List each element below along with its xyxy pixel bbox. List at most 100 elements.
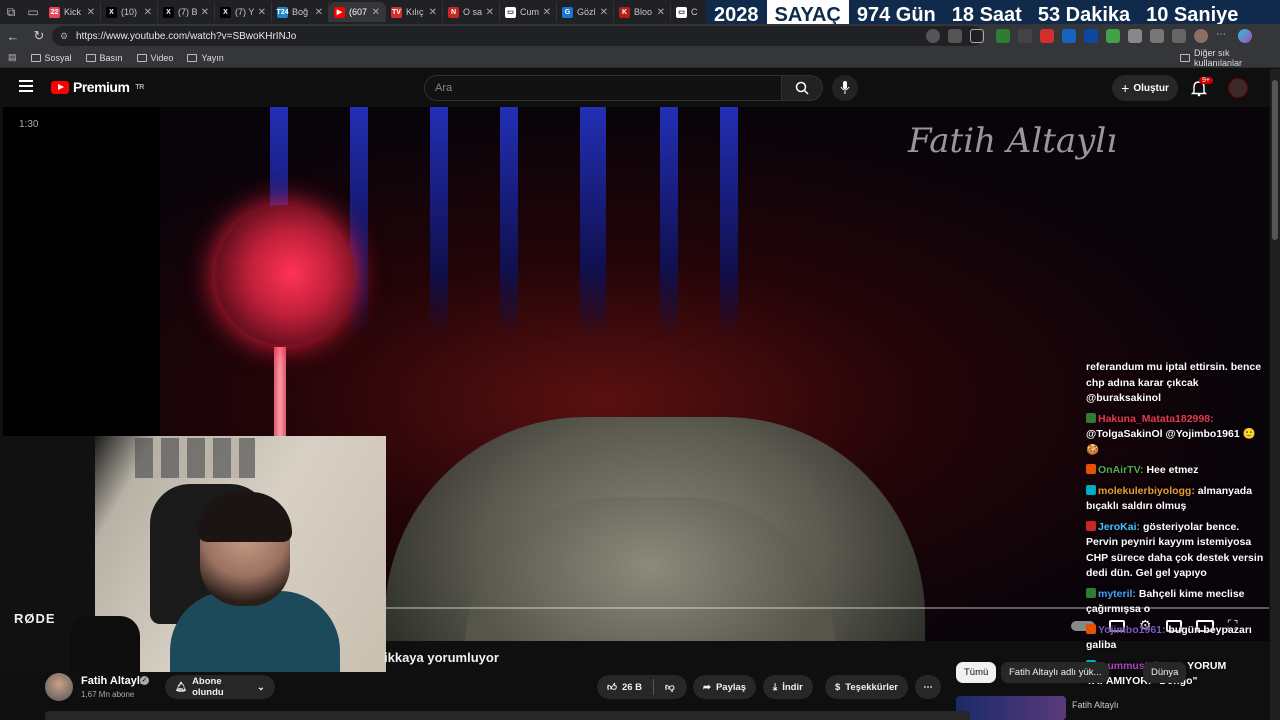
folder-icon — [85, 53, 96, 62]
address-bar[interactable]: ⚙ https://www.youtube.com/watch?v=SBwoKH… — [52, 26, 982, 46]
copilot-icon[interactable] — [1238, 29, 1252, 43]
chip-world[interactable]: Dünya — [1143, 662, 1187, 683]
close-tab-icon[interactable]: ✕ — [486, 7, 494, 18]
browser-tab[interactable]: ▶ (607 ✕ — [329, 2, 386, 22]
recommended-thumbnail[interactable] — [956, 696, 1066, 720]
more-menu-icon[interactable]: ⋯ — [1216, 29, 1230, 43]
tab-actions-icon[interactable]: ⧉ — [0, 1, 22, 23]
chat-badge-icon — [1086, 412, 1096, 423]
download-button[interactable]: ⤓ İndir — [763, 675, 813, 699]
thanks-label: Teşekkürler — [845, 681, 898, 693]
reader-icon[interactable] — [948, 29, 962, 43]
tab-favicon-icon: X — [163, 6, 174, 18]
chat-message: molekulerbiyologg: almanyada bıçaklı sal… — [1086, 484, 1270, 515]
chat-username: Yojimbo1961: — [1098, 623, 1166, 636]
thanks-button[interactable]: $ Teşekkürler — [825, 675, 908, 699]
subscribed-button[interactable]: 🔔︎ Abone olundu ⌄ — [165, 675, 275, 699]
profile-avatar-icon[interactable] — [1194, 29, 1208, 43]
youtube-header: Premium TR Ara + Oluştur 9+ — [3, 69, 1269, 107]
extension-icon[interactable] — [1018, 29, 1032, 43]
bookmark-folder[interactable]: Yayın — [187, 53, 224, 63]
bookmark-folder[interactable]: Basın — [85, 53, 123, 63]
scrollbar-thumb[interactable] — [1272, 80, 1278, 240]
reload-icon[interactable]: ↻ — [26, 28, 52, 44]
browser-tab[interactable]: ▭ Cum ✕ — [500, 2, 557, 22]
bookmark-star-icon[interactable] — [970, 29, 984, 43]
tab-favicon-icon: N — [448, 6, 459, 18]
like-button[interactable]: 👍︎ 26 B — [607, 681, 642, 694]
close-tab-icon[interactable]: ✕ — [315, 7, 323, 18]
browser-tab[interactable]: K Bloo ✕ — [614, 2, 671, 22]
notification-badge: 9+ — [1199, 77, 1213, 84]
download-label: İndir — [782, 681, 803, 693]
super-thanks-icon: $ — [835, 681, 841, 693]
bookmarks-bar: ▤ Sosyal Basın Video Yayın Diğer sık kul… — [0, 48, 1280, 68]
site-info-icon[interactable]: ⚙ — [60, 31, 68, 42]
search-button[interactable] — [781, 75, 823, 101]
favorites-icon[interactable] — [1150, 29, 1164, 43]
account-avatar[interactable] — [1228, 78, 1248, 98]
menu-icon[interactable] — [19, 80, 33, 92]
close-tab-icon[interactable]: ✕ — [543, 7, 551, 18]
vertical-tabs-icon[interactable]: ▭ — [22, 1, 44, 23]
close-tab-icon[interactable]: ✕ — [258, 7, 266, 18]
close-tab-icon[interactable]: ✕ — [87, 7, 95, 18]
create-button[interactable]: + Oluştur — [1112, 75, 1178, 101]
browser-tab[interactable]: X (7) B ✕ — [158, 2, 215, 22]
back-icon[interactable]: ← — [0, 29, 26, 44]
close-tab-icon[interactable]: ✕ — [657, 7, 665, 18]
youtube-premium-logo[interactable]: Premium TR — [51, 79, 144, 95]
thumbs-down-icon[interactable]: 👎︎ — [665, 681, 675, 693]
close-tab-icon[interactable]: ✕ — [600, 7, 608, 18]
chat-message: Yojimbo1961: bugün beypazarı galiba — [1086, 623, 1270, 654]
chip-label: Tümü — [964, 667, 989, 678]
search-input[interactable]: Ara — [424, 75, 782, 101]
chat-username: Hakuna_Matata182998: — [1098, 412, 1214, 425]
channel-avatar[interactable] — [45, 673, 73, 701]
extension-icon[interactable] — [1062, 29, 1076, 43]
curtain-stripe — [350, 107, 368, 337]
close-tab-icon[interactable]: ✕ — [144, 7, 152, 18]
share-button[interactable]: ➦ Paylaş — [693, 675, 757, 699]
close-tab-icon[interactable]: ✕ — [429, 7, 437, 18]
recommended-channel[interactable]: Fatih Altaylı — [1072, 700, 1119, 710]
bookmark-label: Video — [150, 52, 174, 63]
extension-icon[interactable] — [996, 29, 1010, 43]
other-bookmarks[interactable]: Diğer sık kullanılanlar — [1180, 48, 1280, 68]
other-bookmarks-label: Diğer sık kullanılanlar — [1194, 47, 1243, 68]
collections-icon[interactable] — [1172, 29, 1186, 43]
close-tab-icon[interactable]: ✕ — [372, 7, 380, 18]
browser-tab[interactable]: N O sa ✕ — [443, 2, 500, 22]
more-actions-button[interactable]: ⋯ — [915, 675, 941, 699]
chat-text: @TolgaSakinOl @Yojimbo1961 🙂 🍪 — [1086, 428, 1256, 456]
browser-tab[interactable]: T24 Boğ ✕ — [272, 2, 329, 22]
chat-text: Hee etmez — [1146, 464, 1199, 476]
chat-username: JeroKai: — [1098, 520, 1141, 533]
voice-search-button[interactable] — [832, 75, 858, 101]
chip-all[interactable]: Tümü — [956, 662, 997, 683]
browser-navbar: ← ↻ ⚙ https://www.youtube.com/watch?v=SB… — [0, 24, 1280, 48]
extension-icon[interactable] — [1084, 29, 1098, 43]
extensions-puzzle-icon[interactable] — [1128, 29, 1142, 43]
bookmark-folder[interactable]: Video — [136, 52, 174, 63]
chip-channel[interactable]: Fatih Altaylı adlı yük... — [1001, 662, 1110, 683]
browser-tab[interactable]: G Gözl ✕ — [557, 2, 614, 22]
close-tab-icon[interactable]: ✕ — [201, 7, 209, 18]
bookmark-folder[interactable]: Sosyal — [30, 53, 72, 63]
browser-tab[interactable]: TV Kılıç ✕ — [386, 2, 443, 22]
subscribed-label: Abone olundu — [192, 676, 224, 698]
browser-tab[interactable]: 22 Kick ✕ — [44, 2, 101, 22]
curtain-stripe — [720, 107, 738, 337]
description-box[interactable] — [45, 711, 970, 720]
install-app-icon[interactable] — [926, 29, 940, 43]
search-icon — [795, 81, 809, 95]
bookmarks-menu-icon[interactable]: ▤ — [8, 52, 17, 63]
chat-message: JeroKai: gösteriyolar bence. Pervin peyn… — [1086, 520, 1270, 582]
tab-title: Kick — [64, 7, 82, 17]
extension-icon[interactable] — [1040, 29, 1054, 43]
extension-icon[interactable] — [1106, 29, 1120, 43]
browser-tab[interactable]: X (7) Y ✕ — [215, 2, 272, 22]
channel-name[interactable]: Fatih Altaylı — [81, 675, 143, 687]
divider — [653, 679, 655, 695]
browser-tab[interactable]: X (10) ✕ — [101, 2, 158, 22]
